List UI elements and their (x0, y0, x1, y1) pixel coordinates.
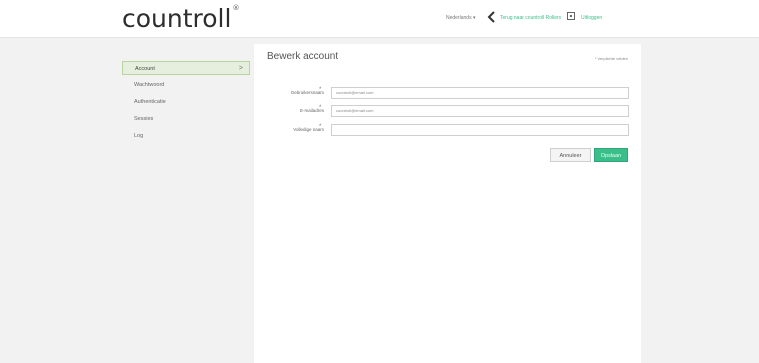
form-row-email: E-mailadres * countroll@email.com (254, 105, 641, 117)
cancel-button[interactable]: Annuleer (550, 148, 591, 162)
sidebar-item-wachtwoord[interactable]: Wachtwoord (122, 78, 250, 92)
sidebar-item-label: Wachtwoord (134, 82, 165, 88)
email-field[interactable]: countroll@email.com (331, 105, 629, 117)
sidebar-item-label: Log (134, 133, 144, 139)
logo-text: countroll (122, 4, 232, 33)
required-asterisk: * (319, 124, 322, 130)
sidebar-item-label: Account (135, 66, 155, 72)
registered-mark: ® (232, 4, 240, 12)
language-selector[interactable]: Nederlands ▾ (446, 15, 475, 21)
required-asterisk: * (319, 87, 322, 93)
sidebar-item-label: Sessies (134, 116, 154, 122)
sidebar-item-authenticatie[interactable]: Authenticatie (122, 95, 250, 109)
edit-account-panel: Bewerk account * Verplichte velden Gebru… (254, 44, 641, 363)
sidebar-item-label: Authenticatie (134, 99, 166, 105)
logout-icon[interactable] (567, 12, 575, 20)
form-row-fullname: Volledige naam * (254, 124, 641, 136)
chevron-right-icon: > (238, 65, 243, 72)
top-bar: countroll® Nederlands ▾ Terug naar count… (0, 0, 759, 38)
username-value: countroll@email.com (336, 90, 374, 95)
countroll-logo[interactable]: countroll® (122, 4, 239, 33)
sidebar: Account > Wachtwoord Authenticatie Sessi… (122, 61, 250, 146)
fullname-field[interactable] (331, 124, 629, 136)
back-to-countroll-link[interactable]: Terug naar countroll Rollers (500, 15, 561, 21)
required-fields-note: * Verplichte velden (594, 56, 628, 61)
email-value: countroll@email.com (336, 108, 374, 113)
page-title: Bewerk account (267, 51, 339, 62)
logout-link[interactable]: Uitloggen (581, 15, 602, 21)
save-button[interactable]: Opslaan (594, 148, 628, 162)
chevron-left-icon[interactable] (487, 11, 496, 23)
username-field[interactable]: countroll@email.com (331, 87, 629, 99)
form-row-username: Gebruikersnaam * countroll@email.com (254, 87, 641, 99)
sidebar-item-sessies[interactable]: Sessies (122, 112, 250, 126)
sidebar-item-log[interactable]: Log (122, 129, 250, 143)
sidebar-item-account[interactable]: Account > (122, 61, 250, 75)
required-asterisk: * (319, 105, 322, 111)
